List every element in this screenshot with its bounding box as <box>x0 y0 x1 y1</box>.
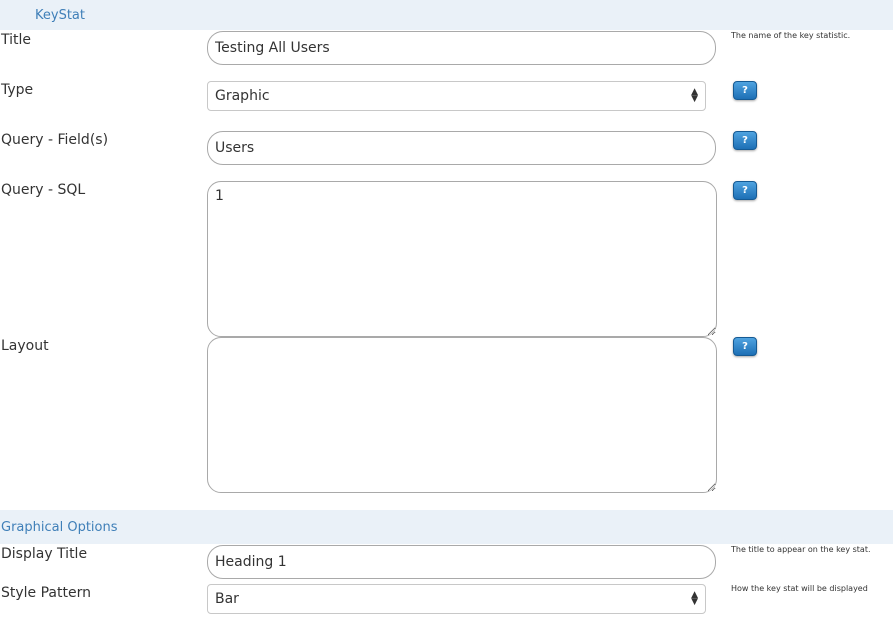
query-fields-label: Query - Field(s) <box>1 132 109 148</box>
type-label: Type <box>1 82 34 98</box>
graphical-options-header: Graphical Options <box>0 510 893 544</box>
query-fields-input[interactable] <box>207 131 716 165</box>
up-down-chevron-icon: ▲ ▼ <box>691 590 698 607</box>
style-pattern-label: Style Pattern <box>1 585 91 601</box>
title-hint: The name of the key statistic. <box>731 31 851 40</box>
question-mark-icon: ? <box>742 341 748 352</box>
title-input[interactable] <box>207 31 716 65</box>
graphical-options-title: Graphical Options <box>1 520 118 535</box>
style-pattern-select-value: Bar <box>215 591 239 607</box>
query-sql-help-button[interactable]: ? <box>733 181 757 200</box>
up-down-chevron-icon: ▲ ▼ <box>691 87 698 104</box>
question-mark-icon: ? <box>742 85 748 96</box>
display-title-input[interactable] <box>207 545 716 579</box>
type-help-button[interactable]: ? <box>733 81 757 100</box>
title-label: Title <box>1 32 32 48</box>
query-sql-label: Query - SQL <box>1 182 86 198</box>
layout-label: Layout <box>1 338 49 354</box>
keystat-section-header: KeyStat <box>0 0 893 30</box>
layout-help-button[interactable]: ? <box>733 337 757 356</box>
keystat-section-title: KeyStat <box>35 8 85 23</box>
type-select-value: Graphic <box>215 88 270 104</box>
layout-textarea[interactable] <box>207 337 717 493</box>
style-pattern-select[interactable]: Bar ▲ ▼ <box>207 584 706 614</box>
display-title-hint: The title to appear on the key stat. <box>731 545 871 554</box>
query-fields-help-button[interactable]: ? <box>733 131 757 150</box>
query-sql-textarea[interactable]: 1 <box>207 181 717 337</box>
style-pattern-hint: How the key stat will be displayed <box>731 584 868 593</box>
type-select[interactable]: Graphic ▲ ▼ <box>207 81 706 111</box>
question-mark-icon: ? <box>742 135 748 146</box>
question-mark-icon: ? <box>742 185 748 196</box>
display-title-label: Display Title <box>1 546 88 562</box>
